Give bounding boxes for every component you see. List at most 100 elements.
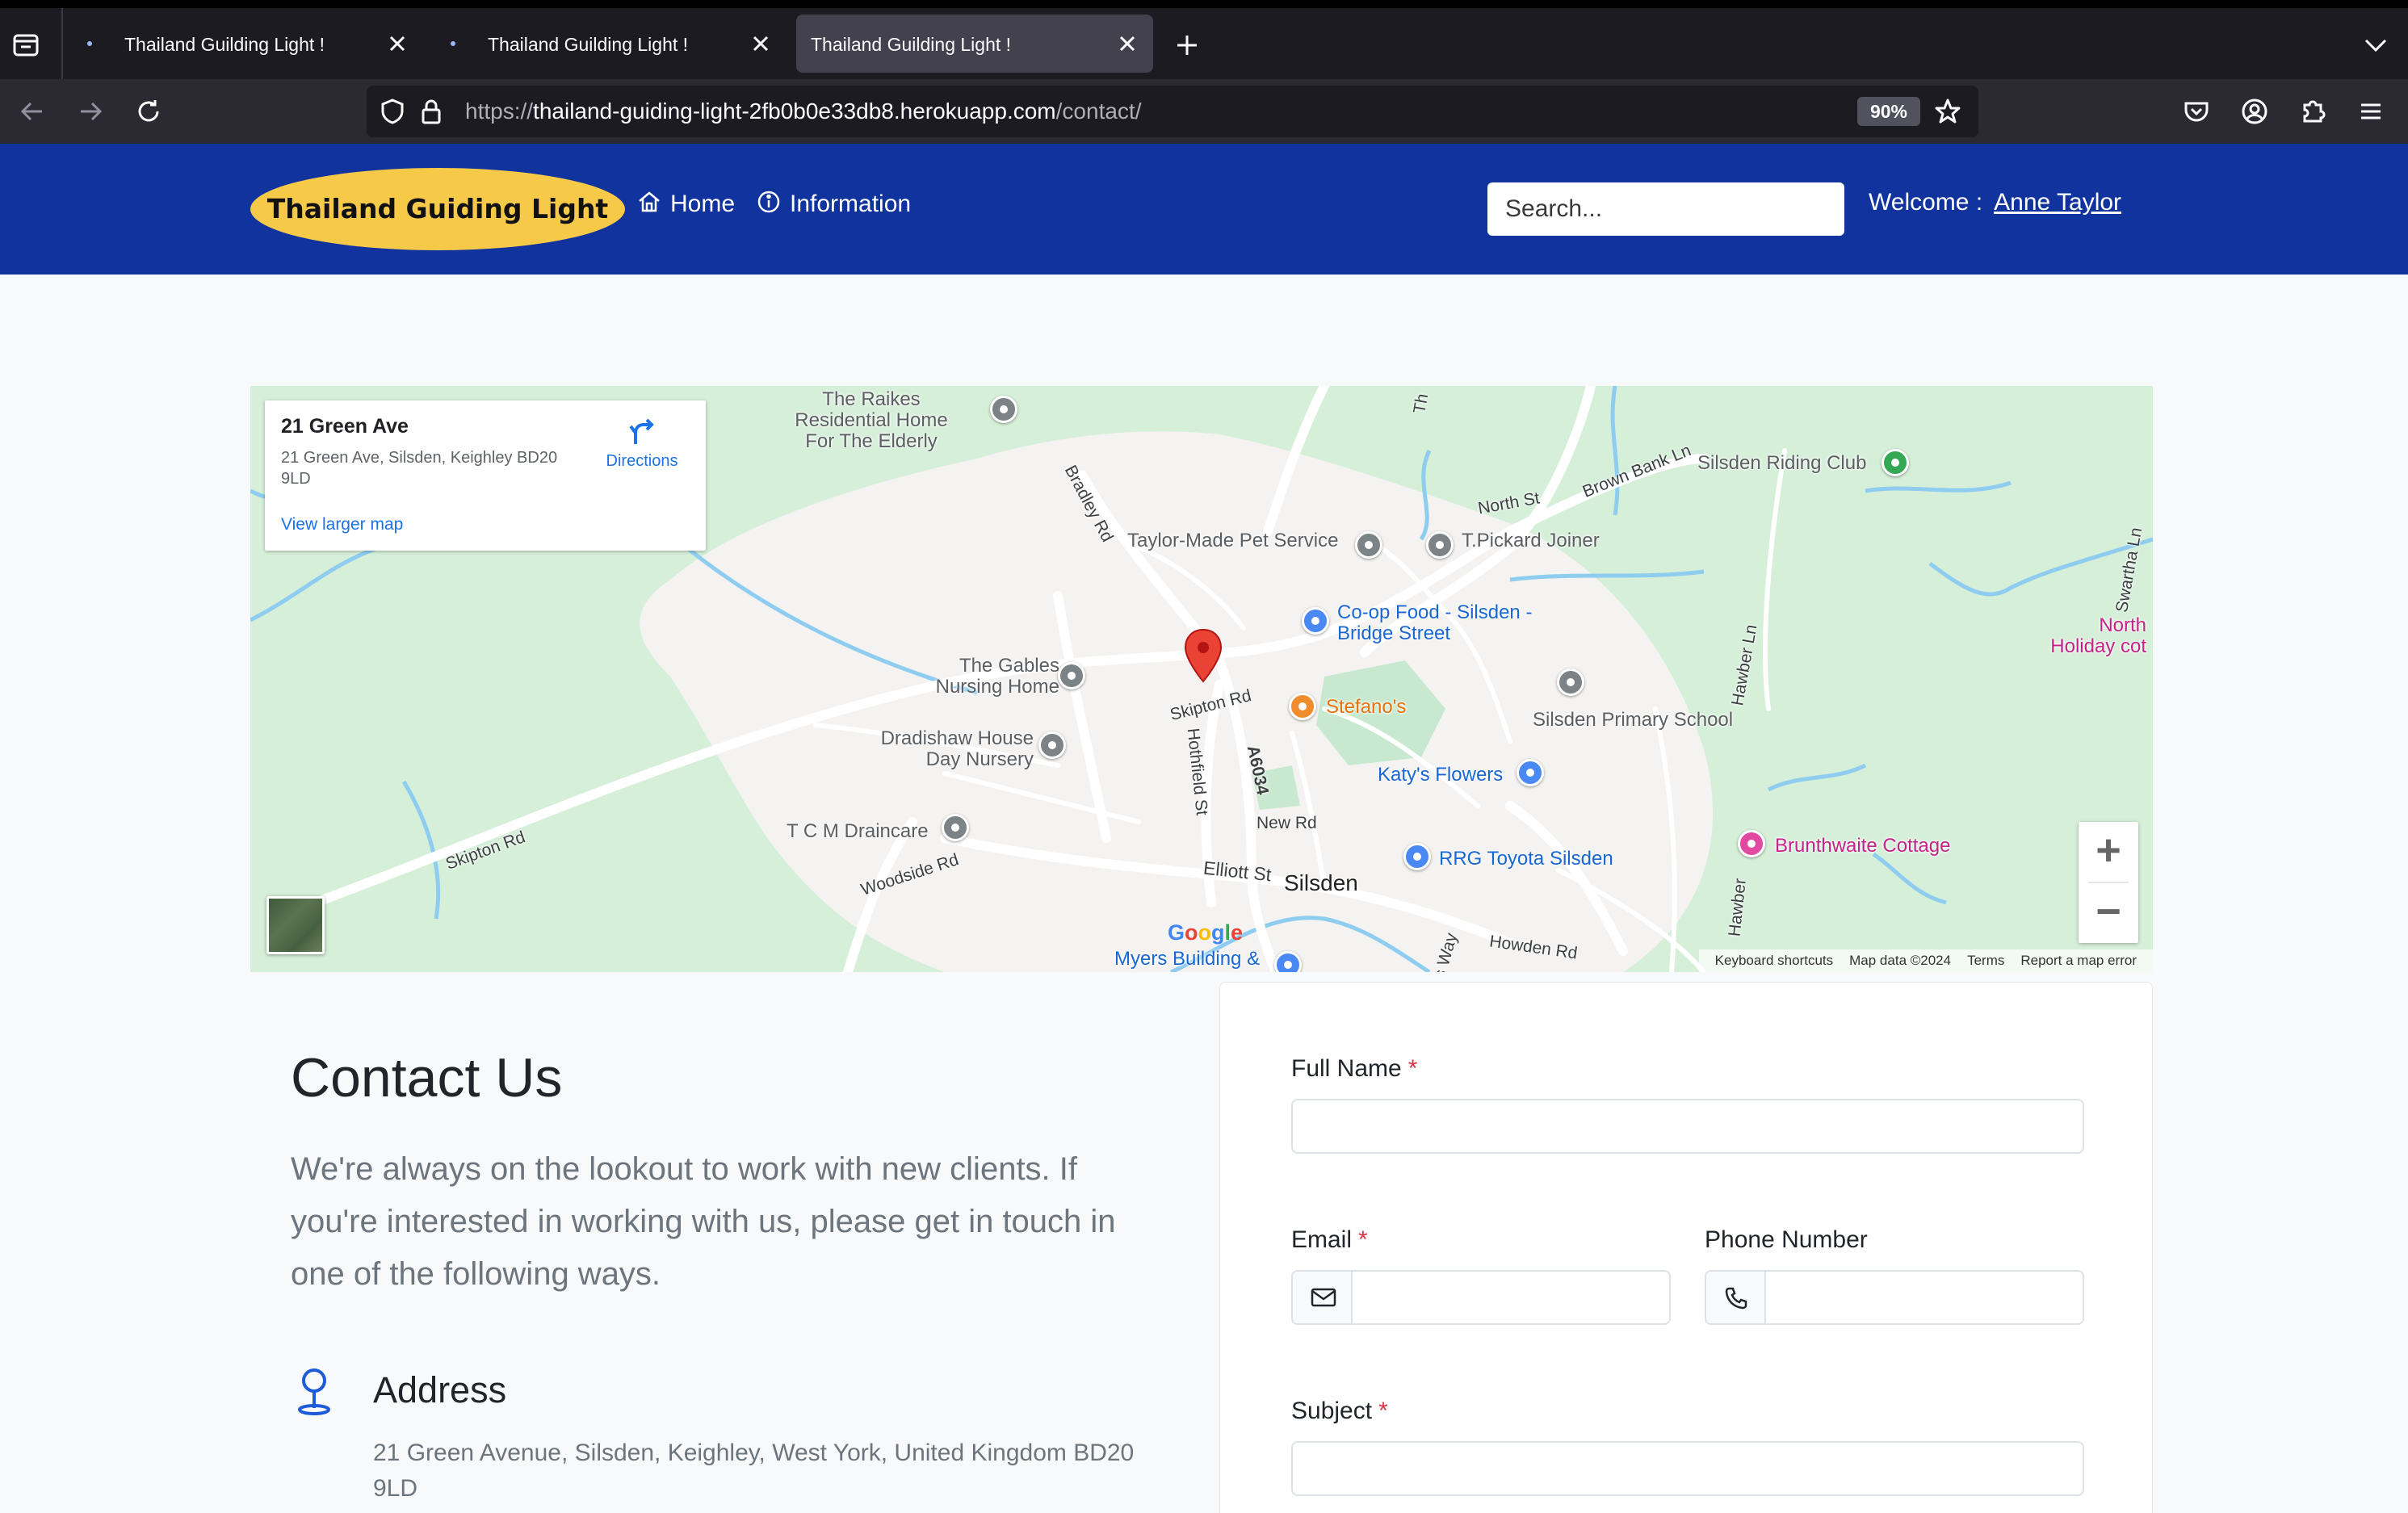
site-logo[interactable]: Thailand Guiding Light xyxy=(250,168,625,250)
map-place-label: Brunthwaite Cottage xyxy=(1775,835,1951,857)
email-label: Email * xyxy=(1291,1226,1368,1253)
map-place-label: T.Pickard Joiner xyxy=(1462,530,1600,551)
close-icon[interactable] xyxy=(1113,29,1142,58)
map-zoom-control: + − xyxy=(2079,822,2138,943)
tab-title: Thailand Guilding Light ! xyxy=(811,34,1012,55)
map-place-label: Katy's Flowers xyxy=(1378,764,1504,786)
map-place-label: Silsden Riding Club xyxy=(1697,452,1867,474)
nav-information-label: Information xyxy=(790,191,912,217)
firefox-view-icon[interactable] xyxy=(11,31,40,60)
nav-home-link[interactable]: Home xyxy=(636,189,735,218)
map-poi-marker[interactable] xyxy=(1517,759,1544,786)
map-place-label: The Gables Nursing Home xyxy=(935,655,1059,698)
browser-tab-1[interactable]: Thailand Guilding Light ! xyxy=(69,15,423,73)
address-bar[interactable]: https://thailand-guiding-light-2fb0b0e33… xyxy=(367,86,1978,137)
map-card-title: 21 Green Ave xyxy=(281,415,409,438)
full-name-field[interactable] xyxy=(1291,1099,2084,1154)
contact-form-card: Full Name * Email * Phone Number Subject * xyxy=(1219,982,2153,1513)
extensions-icon[interactable] xyxy=(2295,94,2330,129)
zoom-level-badge[interactable]: 90% xyxy=(1857,97,1920,126)
browser-tab-2[interactable]: Thailand Guilding Light ! xyxy=(433,15,787,73)
house-icon xyxy=(639,191,660,212)
map-poi-marker[interactable] xyxy=(1038,731,1066,759)
map-road-label: New Rd xyxy=(1256,814,1317,832)
tab-title: Thailand Guilding Light ! xyxy=(488,34,689,55)
welcome-text: Welcome : Anne Taylor xyxy=(1869,189,2121,216)
google-logo: Google xyxy=(1168,920,1244,945)
screen-top-edge xyxy=(0,0,2408,8)
subject-label: Subject * xyxy=(1291,1398,1388,1424)
nav-information-link[interactable]: Information xyxy=(756,189,911,218)
map-place-label: Dradishaw House Day Nursery xyxy=(880,727,1034,770)
map-poi-marker[interactable] xyxy=(1557,668,1584,696)
address-heading: Address xyxy=(373,1369,507,1410)
map-place-label: RRG Toyota Silsden xyxy=(1439,848,1613,870)
welcome-label: Welcome : xyxy=(1869,189,1983,216)
envelope-icon xyxy=(1311,1288,1336,1307)
full-name-label: Full Name * xyxy=(1291,1055,1418,1082)
email-addon xyxy=(1293,1272,1353,1323)
map-place-label: Silsden Primary School xyxy=(1533,709,1734,731)
map-poi-marker[interactable] xyxy=(942,814,969,841)
menu-hamburger-icon[interactable] xyxy=(2353,94,2389,129)
bookmark-star-icon[interactable] xyxy=(1933,97,1962,126)
directions-button[interactable]: Directions xyxy=(598,415,686,471)
map-poi-marker[interactable] xyxy=(1403,843,1431,870)
new-tab-icon[interactable] xyxy=(1171,29,1203,61)
back-arrow-icon[interactable] xyxy=(15,94,50,129)
site-header: Thailand Guiding Light Home Information … xyxy=(0,144,2408,275)
view-larger-map-link[interactable]: View larger map xyxy=(281,515,403,534)
pocket-icon[interactable] xyxy=(2179,94,2214,129)
map-poi-marker[interactable] xyxy=(1355,531,1382,559)
map-place-label: Co-op Food - Silsden - Bridge Street xyxy=(1337,601,1533,644)
keyboard-shortcuts-link[interactable]: Keyboard shortcuts xyxy=(1715,953,1833,968)
map-poi-marker[interactable] xyxy=(1289,693,1316,720)
reload-icon[interactable] xyxy=(131,94,166,129)
report-map-error-link[interactable]: Report a map error xyxy=(2020,953,2137,968)
account-icon[interactable] xyxy=(2237,94,2272,129)
telephone-icon xyxy=(1725,1287,1747,1310)
email-field[interactable] xyxy=(1291,1270,1671,1325)
tab-title: Thailand Guilding Light ! xyxy=(124,34,325,55)
map-poi-marker[interactable] xyxy=(1426,531,1454,559)
search-input[interactable] xyxy=(1487,182,1844,236)
chevron-down-icon[interactable] xyxy=(2360,31,2392,60)
url-text[interactable]: https://thailand-guiding-light-2fb0b0e33… xyxy=(465,98,1141,124)
terms-link[interactable]: Terms xyxy=(1967,953,2004,968)
map-place-label: North Holiday cot xyxy=(2050,614,2146,657)
zoom-out-button[interactable]: − xyxy=(2079,883,2138,943)
map-poi-marker[interactable] xyxy=(1302,607,1329,635)
map-card-address: 21 Green Ave, Silsden, Keighley BD20 9LD xyxy=(281,449,558,488)
embedded-google-map[interactable]: The Raikes Residential Home For The Elde… xyxy=(250,386,2153,972)
browser-tab-3-active[interactable]: Thailand Guilding Light ! xyxy=(796,15,1153,73)
nav-home-label: Home xyxy=(670,191,736,217)
map-place-label: T C M Draincare xyxy=(787,820,929,842)
location-pin-icon[interactable] xyxy=(1182,628,1224,687)
map-poi-marker[interactable] xyxy=(1738,830,1765,857)
user-name-link[interactable]: Anne Taylor xyxy=(1994,189,2121,216)
directions-label: Directions xyxy=(606,452,678,470)
close-icon[interactable] xyxy=(746,29,775,58)
tab-favicon-dot xyxy=(87,41,92,46)
page-title: Contact Us xyxy=(291,1047,563,1109)
map-poi-marker[interactable] xyxy=(1882,449,1909,476)
browser-nav-bar: https://thailand-guiding-light-2fb0b0e33… xyxy=(0,79,2408,144)
map-poi-marker[interactable] xyxy=(990,396,1017,423)
close-icon[interactable] xyxy=(383,29,412,58)
map-place-label: Myers Building & xyxy=(1114,948,1261,970)
map-place-label: Stefano's xyxy=(1326,696,1407,718)
map-data-text: Map data ©2024 xyxy=(1849,953,1952,968)
forward-arrow-icon[interactable] xyxy=(73,94,108,129)
map-poi-marker[interactable] xyxy=(1058,662,1085,689)
phone-number-field[interactable] xyxy=(1705,1270,2084,1325)
shield-icon[interactable] xyxy=(378,97,407,126)
tab-bar-separator xyxy=(61,8,63,79)
lock-icon[interactable] xyxy=(417,97,446,126)
tab-favicon-dot xyxy=(451,41,455,46)
subject-field[interactable] xyxy=(1291,1441,2084,1496)
map-poi-marker[interactable] xyxy=(1274,951,1302,972)
satellite-layer-toggle[interactable] xyxy=(266,896,325,954)
zoom-in-button[interactable]: + xyxy=(2079,822,2138,882)
address-text: 21 Green Avenue, Silsden, Keighley, West… xyxy=(373,1440,1135,1502)
contact-intro-text: We're always on the lookout to work with… xyxy=(291,1151,1116,1292)
